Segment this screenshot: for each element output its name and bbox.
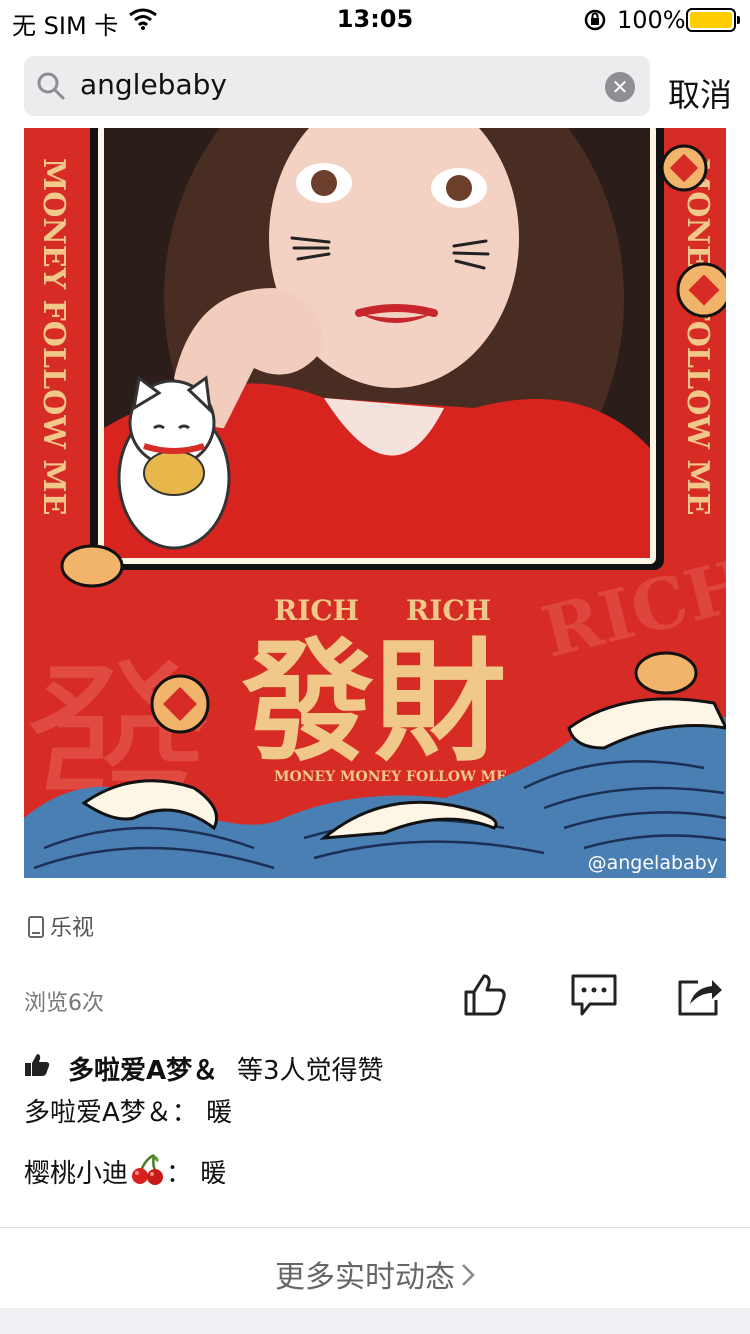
comment-separator: ：: [171, 1098, 198, 1128]
thumbs-up-icon: [24, 1053, 50, 1084]
battery-percent: 100%: [617, 6, 686, 34]
frame-text-left: MONEY FOLLOW ME: [36, 158, 71, 515]
comment-icon: [571, 974, 617, 1016]
divider: [0, 1227, 750, 1228]
clear-icon[interactable]: ✕: [605, 72, 635, 102]
share-button[interactable]: [676, 972, 724, 1022]
chevron-right-icon: [461, 1260, 475, 1295]
like-suffix: 等3人觉得赞: [237, 1056, 384, 1086]
fortune-chars: 發財: [241, 625, 506, 780]
more-updates-link[interactable]: 更多实时动态: [0, 1252, 750, 1296]
like-button[interactable]: [462, 972, 508, 1022]
image-subtitle: MONEY MONEY FOLLOW ME: [274, 769, 507, 785]
like-names[interactable]: 多啦爱A梦＆: [68, 1050, 218, 1087]
comment-author[interactable]: 樱桃小迪: [24, 1159, 128, 1189]
comment-item[interactable]: 樱桃小迪 ： 暖: [24, 1152, 226, 1193]
view-count: 浏览6次: [24, 991, 104, 1016]
cherry-icon: [130, 1152, 164, 1193]
comment-text: 暖: [206, 1098, 233, 1128]
footer-band: [0, 1308, 750, 1334]
tablet-icon: [28, 916, 44, 938]
source-label: 乐视: [50, 916, 95, 941]
post-image[interactable]: 發 RICH MONEY FOLLOW ME MONEY FOLLOW ME R…: [24, 128, 726, 878]
comment-button[interactable]: [570, 972, 618, 1022]
status-bar: 无 SIM 卡 13:05 100%: [0, 0, 750, 40]
orientation-lock-icon: [583, 8, 607, 36]
search-icon: [36, 71, 66, 105]
thumbs-up-icon: [464, 974, 506, 1016]
comment-text: 暖: [200, 1159, 227, 1189]
search-bar[interactable]: anglebaby ✕: [24, 56, 650, 116]
image-watermark: @angelababy: [587, 852, 718, 874]
comment-separator: ：: [166, 1159, 193, 1189]
post-source: 乐视: [28, 910, 94, 942]
cancel-button[interactable]: 取消: [668, 70, 732, 116]
search-input[interactable]: anglebaby: [80, 68, 227, 101]
rich-word-1: RICH: [274, 594, 359, 627]
comment-author[interactable]: 多啦爱A梦＆: [24, 1098, 172, 1128]
more-updates-label[interactable]: 更多实时动态: [275, 1260, 455, 1295]
share-icon: [678, 980, 722, 1016]
rich-word-2: RICH: [406, 594, 491, 627]
battery-icon: [686, 8, 740, 32]
frame-text-right: MONEY FOLLOW ME: [680, 158, 715, 515]
comment-item[interactable]: 多啦爱A梦＆： 暖: [24, 1092, 232, 1129]
